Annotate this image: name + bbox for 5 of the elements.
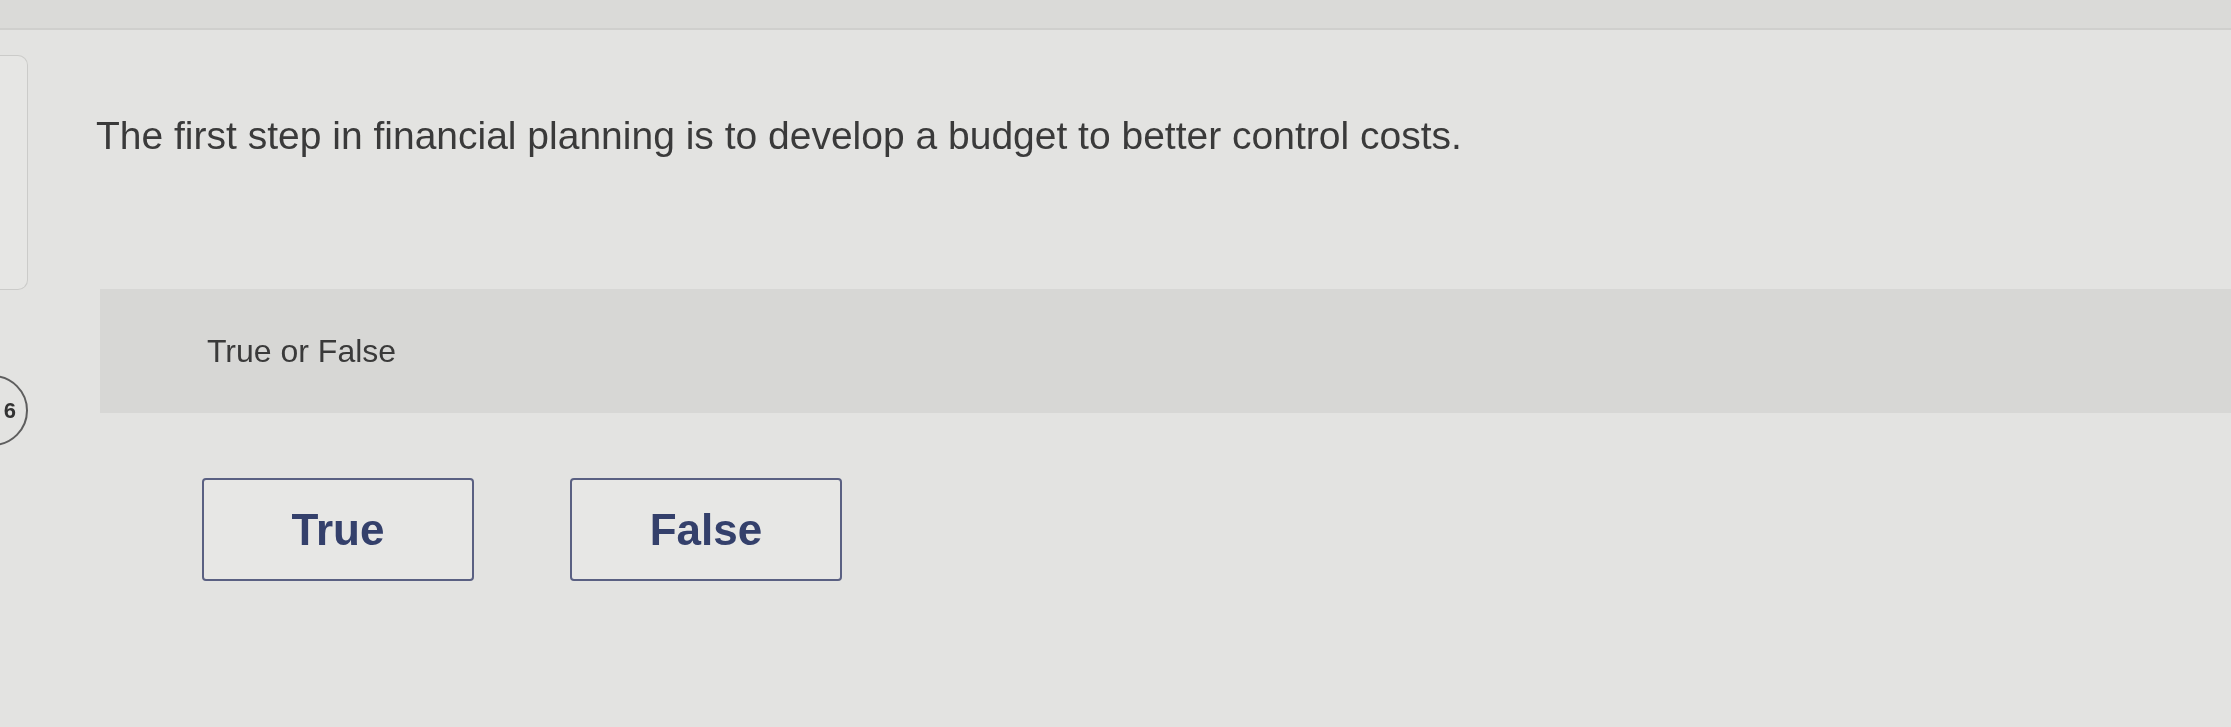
prompt-text: True or False (207, 332, 397, 371)
question-text: The first step in financial planning is to develop a budget to better control costs. (96, 114, 1462, 158)
answer-option[interactable]: False (570, 478, 842, 581)
question-number-badge: 6 (0, 375, 28, 446)
answer-option[interactable]: True (202, 478, 474, 581)
